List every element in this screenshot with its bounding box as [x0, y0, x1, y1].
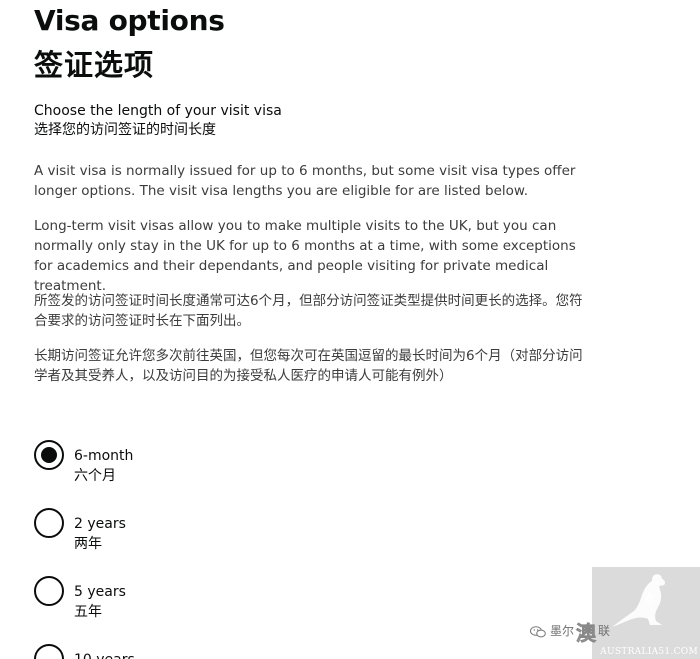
watermark-site: AUSTRALIA51.COM	[600, 647, 698, 657]
watermark-overlay: 墨尔澳联	[530, 617, 610, 646]
radio-button-2-years[interactable]	[34, 508, 64, 538]
info-paragraph-1: A visit visa is normally issued for up t…	[34, 163, 576, 199]
page-title: Visa options	[34, 4, 225, 37]
radio-label-zh: 五年	[74, 604, 102, 620]
radio-option-5-years[interactable]: 5 years 五年	[34, 574, 354, 620]
wechat-icon	[530, 625, 546, 637]
radio-label-5-years[interactable]: 5 years 五年	[74, 582, 126, 622]
info-paragraph-4-zh: 长期访问签证允许您多次前往英国，但您每次可在英国逗留的最长时间为6个月（对部分访…	[34, 348, 583, 384]
radio-option-10-years[interactable]: 10 years	[34, 642, 354, 659]
radio-option-2-years[interactable]: 2 years 两年	[34, 506, 354, 552]
watermark-overlay-big: 澳	[576, 621, 597, 646]
info-paragraph-3-zh: 所签发的访问签证时间长度通常可达6个月，但部分访问签证类型提供时间更长的选择。您…	[34, 293, 583, 329]
radio-button-5-years[interactable]	[34, 576, 64, 606]
radio-option-6-month[interactable]: 6-month 六个月	[34, 438, 354, 484]
info-paragraph-2: Long-term visit visas allow you to make …	[34, 218, 576, 294]
watermark-overlay-suffix: 联	[598, 624, 611, 638]
radio-label-en: 10 years	[74, 650, 135, 659]
radio-label-zh: 六个月	[74, 468, 116, 484]
radio-label-en: 6-month	[74, 448, 134, 464]
question-label-en: Choose the length of your visit visa	[34, 103, 282, 119]
radio-label-2-years[interactable]: 2 years 两年	[74, 514, 126, 554]
radio-button-10-years[interactable]	[34, 644, 64, 659]
radio-label-en: 2 years	[74, 516, 126, 532]
radio-label-en: 5 years	[74, 584, 126, 600]
question-label: Choose the length of your visit visa 选择您…	[34, 102, 594, 140]
radio-label-zh: 两年	[74, 536, 102, 552]
radio-label-10-years[interactable]: 10 years	[74, 650, 135, 659]
watermark-overlay-prefix: 墨尔	[550, 624, 575, 638]
kangaroo-icon	[612, 574, 666, 627]
page-title-zh: 签证选项	[34, 48, 155, 82]
radio-label-6-month[interactable]: 6-month 六个月	[74, 446, 133, 486]
question-label-zh: 选择您的访问签证的时间长度	[34, 122, 216, 138]
radio-button-6-month[interactable]	[34, 440, 64, 470]
